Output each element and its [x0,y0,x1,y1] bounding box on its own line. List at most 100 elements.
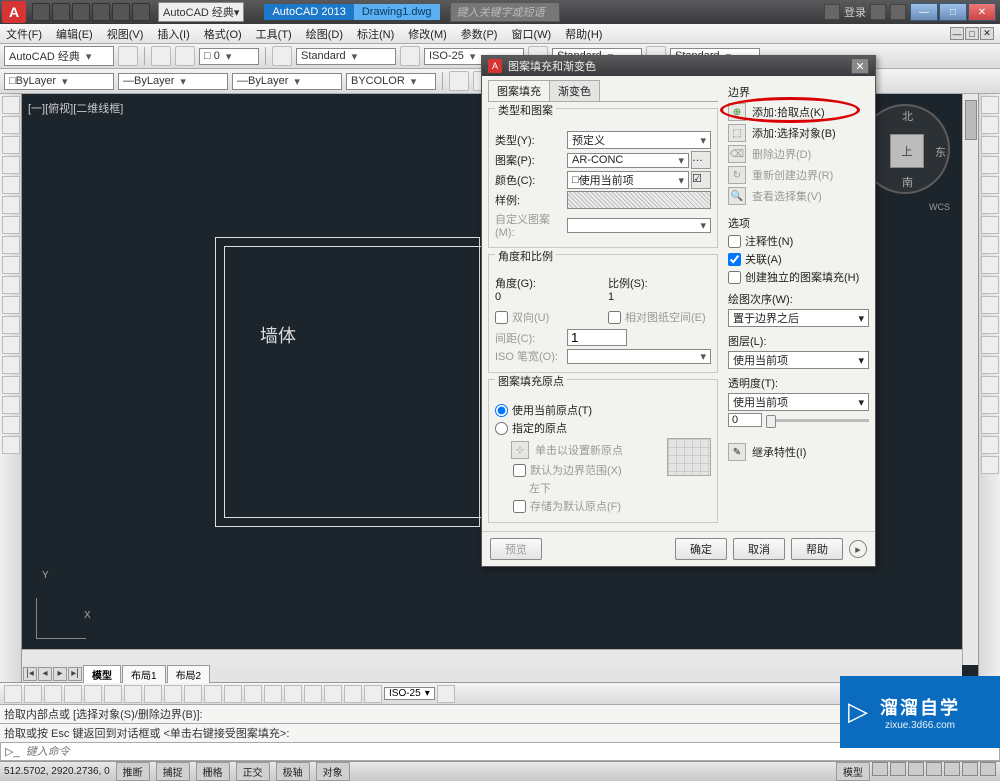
menu-format[interactable]: 格式(O) [204,26,242,42]
dim-tb-icon[interactable] [244,685,262,703]
qat-undo-icon[interactable] [92,3,110,21]
qat-redo-icon[interactable] [112,3,130,21]
fillet-icon[interactable] [981,376,999,394]
break-icon[interactable] [981,316,999,334]
gear-icon[interactable] [118,46,138,66]
qat-new-icon[interactable] [32,3,50,21]
menu-window[interactable]: 窗口(W) [511,26,551,42]
qat-print-icon[interactable] [132,3,150,21]
associative-checkbox[interactable] [728,253,741,266]
color-swap-button[interactable]: ☑ [691,171,711,189]
mdi-min-button[interactable]: — [950,27,964,40]
layer-freeze-icon[interactable] [175,46,195,66]
modify-icon[interactable] [981,456,999,474]
mirror-icon[interactable] [981,136,999,154]
ellipse-icon[interactable] [2,196,20,214]
help-icon[interactable] [890,4,906,20]
dim-tb-icon[interactable] [184,685,202,703]
layer-select[interactable]: 使用当前项 [728,351,869,369]
mdi-close-button[interactable]: ✕ [980,27,994,40]
xline-icon[interactable] [2,416,20,434]
transparency-value[interactable]: 0 [728,413,762,427]
dim-tb-icon[interactable] [364,685,382,703]
dim-tb-icon[interactable] [24,685,42,703]
hatch-icon[interactable] [2,236,20,254]
dim-tb-icon[interactable] [144,685,162,703]
status-toggle[interactable]: 极轴 [276,762,310,781]
trim-icon[interactable] [981,276,999,294]
infocenter-icon[interactable] [824,4,840,20]
zero-combo[interactable]: □ 0 [199,48,259,65]
maximize-button[interactable]: □ [939,3,967,21]
status-icon[interactable] [962,762,978,776]
tab-nav-last-icon[interactable]: ▸| [68,667,82,681]
workspace-combo[interactable]: AutoCAD 经典 [4,46,114,66]
inherit-props-button[interactable]: 继承特性(I) [752,444,806,460]
vertical-scrollbar[interactable] [962,94,978,665]
line-icon[interactable] [2,96,20,114]
pline-icon[interactable] [2,116,20,134]
transparency-select[interactable]: 使用当前项 [728,393,869,411]
angle-select[interactable]: 0 [495,291,598,303]
text-icon[interactable] [2,436,20,454]
extend-icon[interactable] [981,296,999,314]
status-icon[interactable] [926,762,942,776]
menu-help[interactable]: 帮助(H) [565,26,602,42]
text-style-combo[interactable]: Standard [296,48,396,65]
region-icon[interactable] [2,256,20,274]
status-toggle[interactable]: 对象 [316,762,350,781]
app-logo[interactable]: A [2,1,26,23]
type-select[interactable]: 预定义 [567,131,711,149]
tab-layout1[interactable]: 布局1 [122,665,166,683]
dim-tb-icon[interactable] [204,685,222,703]
qat-open-icon[interactable] [52,3,70,21]
pattern-browse-button[interactable]: … [691,151,711,169]
stretch-icon[interactable] [981,256,999,274]
scale-select[interactable]: 1 [608,291,711,303]
offset-icon[interactable] [981,156,999,174]
dim-tb-icon[interactable] [324,685,342,703]
dim-tb-icon[interactable] [164,685,182,703]
add-pick-point-button[interactable]: 添加:拾取点(K) [752,104,825,120]
mdi-restore-button[interactable]: □ [965,27,979,40]
dim-style-icon[interactable] [400,46,420,66]
use-current-origin-radio[interactable] [495,404,508,417]
spline-icon[interactable] [2,216,20,234]
status-toggle[interactable]: 正交 [236,762,270,781]
block-icon[interactable] [2,336,20,354]
qat-save-icon[interactable] [72,3,90,21]
move-icon[interactable] [981,196,999,214]
dim-tb-icon[interactable] [104,685,122,703]
circle-icon[interactable] [2,136,20,154]
tab-gradient[interactable]: 渐变色 [549,80,600,101]
erase-icon[interactable] [981,96,999,114]
status-icon[interactable] [872,762,888,776]
add-select-object-button[interactable]: 添加:选择对象(B) [752,125,836,141]
text-style-icon[interactable] [272,46,292,66]
linetype-combo[interactable]: — ByLayer [118,73,228,90]
viewport-label[interactable]: [一][俯视][二维线框] [28,100,123,116]
dim-tb-icon[interactable] [284,685,302,703]
tab-nav-first-icon[interactable]: |◂ [23,667,37,681]
rect-icon[interactable] [2,176,20,194]
join-icon[interactable] [981,336,999,354]
dim-tb-icon[interactable] [264,685,282,703]
dim-style-combo-2[interactable]: ISO-25 [384,687,435,700]
add-pick-icon[interactable]: ⊕ [728,103,746,121]
dim-tb-icon[interactable] [4,685,22,703]
tab-model[interactable]: 模型 [83,665,121,683]
dim-tb-icon[interactable] [437,685,455,703]
dim-tb-icon[interactable] [124,685,142,703]
menu-draw[interactable]: 绘图(D) [306,26,343,42]
boundary-icon[interactable] [2,376,20,394]
add-select-icon[interactable]: ⬚ [728,124,746,142]
explode-icon[interactable] [981,396,999,414]
layer-state-icon[interactable] [151,46,171,66]
tab-nav-next-icon[interactable]: ▸ [53,667,67,681]
workspace-selector[interactable]: AutoCAD 经典 ▾ [158,2,244,22]
cancel-button[interactable]: 取消 [733,538,785,560]
horizontal-scrollbar[interactable] [22,649,962,665]
expand-dialog-button[interactable]: ▸ [849,540,867,558]
rotate-icon[interactable] [981,216,999,234]
inherit-props-icon[interactable]: ✎ [728,443,746,461]
